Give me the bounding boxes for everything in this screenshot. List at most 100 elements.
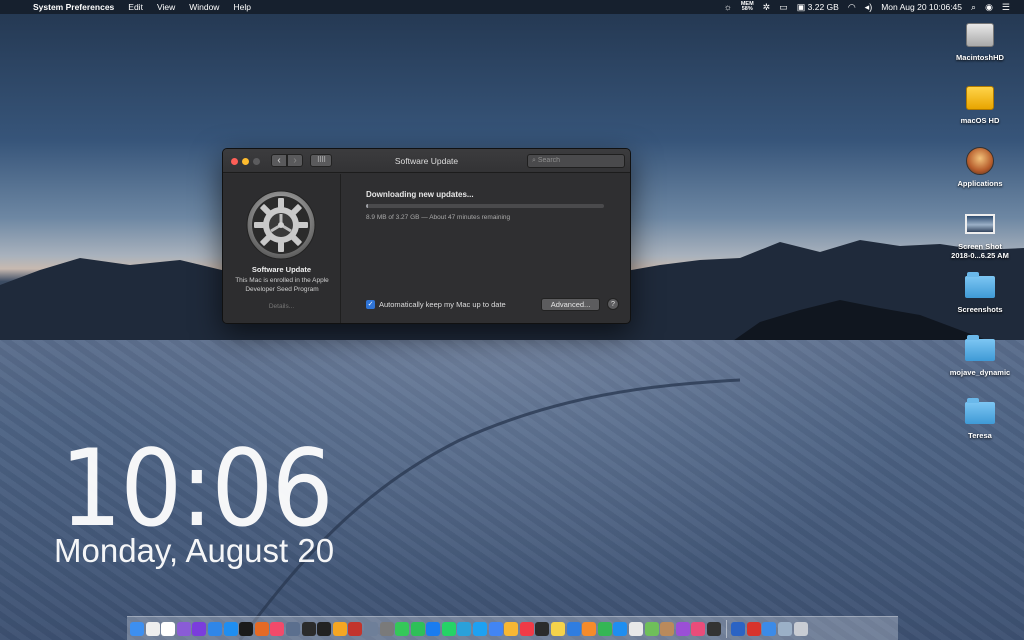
desktop-item-applications[interactable]: Applications <box>942 144 1018 207</box>
maps-icon[interactable] <box>644 621 659 636</box>
desktop-item-label: mojave_dynamic <box>949 368 1011 377</box>
textedit-icon[interactable] <box>629 621 643 636</box>
cpu-icon[interactable]: ✲ <box>763 2 771 12</box>
chrome-icon[interactable] <box>488 621 503 636</box>
search-input[interactable] <box>537 157 618 164</box>
facetime-icon[interactable] <box>410 621 425 636</box>
calendar-icon[interactable] <box>161 621 176 636</box>
finder-icon[interactable] <box>130 621 144 636</box>
home-icon[interactable] <box>504 621 519 636</box>
voice-memos-icon[interactable] <box>706 621 721 636</box>
whatsapp-icon[interactable] <box>441 621 456 636</box>
music-icon[interactable] <box>270 621 285 636</box>
dock <box>127 616 898 640</box>
app-store-icon[interactable] <box>223 621 238 636</box>
download-progress-bar <box>366 204 604 208</box>
menu-app-name[interactable]: System Preferences <box>26 2 121 12</box>
opera-icon[interactable] <box>239 621 254 636</box>
twitter-icon[interactable] <box>473 621 488 636</box>
storage-indicator[interactable]: ▣ 3.22 GB <box>797 2 839 12</box>
search-field[interactable]: ⌕ <box>527 154 625 168</box>
spotlight-icon[interactable]: ⌕ <box>971 2 976 12</box>
sidebar-panel: Software Update This Mac is enrolled in … <box>223 174 341 323</box>
memory-indicator[interactable]: MEM 58% <box>741 1 754 12</box>
menu-window[interactable]: Window <box>182 2 226 12</box>
launchpad-icon[interactable] <box>176 621 191 636</box>
terminal-icon[interactable] <box>317 621 332 636</box>
sidebar-title: Software Update <box>251 265 312 274</box>
volume-icon[interactable]: ◂) <box>865 2 873 12</box>
menu-view[interactable]: View <box>150 2 182 12</box>
notification-center-icon[interactable]: ☰ <box>1002 2 1010 12</box>
itunes-icon[interactable] <box>691 621 706 636</box>
siri-menu-icon[interactable]: ◉ <box>985 2 993 12</box>
network-graph-icon[interactable]: ▭ <box>779 2 788 12</box>
menu-edit[interactable]: Edit <box>121 2 150 12</box>
desktop-item-screenshots-folder[interactable]: Screenshots <box>942 270 1018 333</box>
dock-separator <box>725 619 727 638</box>
screenshot-stack-icon[interactable] <box>777 621 792 636</box>
stocks-icon[interactable] <box>535 621 550 636</box>
dashboard-icon[interactable] <box>301 621 316 636</box>
external-drive-icon <box>966 86 994 110</box>
folder-icon <box>965 398 995 424</box>
desktop-item-mojave-dynamic[interactable]: mojave_dynamic <box>942 333 1018 396</box>
contacts-icon[interactable] <box>660 621 675 636</box>
clock-widget: 10:06 Monday, August 20 <box>54 427 355 570</box>
desktop-item-label: MacintoshHD <box>956 53 1004 62</box>
search-icon: ⌕ <box>532 157 536 164</box>
help-button[interactable]: ? <box>607 298 619 310</box>
desktop-item-label: Screen Shot 2018-0...6.25 AM <box>951 242 1009 260</box>
trash-icon[interactable] <box>793 621 808 636</box>
siri-icon[interactable] <box>192 621 207 636</box>
storage-value: 3.22 GB <box>807 2 839 12</box>
messages-icon[interactable] <box>395 621 410 636</box>
photo-booth-icon[interactable] <box>348 621 363 636</box>
firefox-icon[interactable] <box>254 621 269 636</box>
telegram-icon[interactable] <box>457 621 472 636</box>
desktop-item-macos-hd[interactable]: macOS HD <box>942 81 1018 144</box>
menu-clock[interactable]: Mon Aug 20 10:06:45 <box>881 2 962 12</box>
mail-icon[interactable] <box>762 621 777 636</box>
folder-icon <box>965 272 995 298</box>
pages-icon[interactable] <box>582 621 597 636</box>
disk-icon: ▣ <box>796 2 806 12</box>
news-icon[interactable] <box>519 621 534 636</box>
keynote-icon[interactable] <box>566 621 581 636</box>
clock-icon[interactable] <box>145 621 160 636</box>
desktop-item-label: Applications <box>957 179 1003 188</box>
messenger-icon[interactable] <box>426 621 441 636</box>
xcode-icon[interactable] <box>613 621 628 636</box>
menu-help[interactable]: Help <box>226 2 257 12</box>
software-update-window: ‹ › ⠿⠿ Software Update ⌕ Search Software… <box>222 148 631 324</box>
update-main-panel: Downloading new updates... 8.9 MB of 3.2… <box>342 174 630 323</box>
adobe-icon[interactable] <box>746 621 761 636</box>
numbers-icon[interactable] <box>597 621 612 636</box>
desktop-item-screenshot[interactable]: Screen Shot 2018-0...6.25 AM <box>942 207 1018 270</box>
notes-icon[interactable] <box>551 621 566 636</box>
folder-icon <box>965 335 995 361</box>
desktop-item-label: Screenshots <box>957 305 1003 314</box>
desktop-item-teresa[interactable]: Teresa <box>942 396 1018 459</box>
clock-time: 10:06 <box>60 427 334 550</box>
wifi-icon[interactable]: ◠ <box>848 2 856 12</box>
rocket-icon[interactable] <box>285 621 300 636</box>
safari-icon[interactable] <box>207 621 222 636</box>
desktop-item-macintoshhd[interactable]: MacintoshHD <box>942 18 1018 81</box>
details-link[interactable]: Details... <box>223 303 340 310</box>
auto-update-checkbox[interactable]: ✓ <box>366 300 375 309</box>
downloads-icon[interactable] <box>731 621 746 636</box>
advanced-button[interactable]: Advanced... <box>541 298 600 311</box>
window-titlebar[interactable]: ‹ › ⠿⠿ Software Update ⌕ <box>223 149 630 173</box>
clock-date: Monday, August 20 <box>54 532 335 569</box>
auto-update-option[interactable]: ✓ Automatically keep my Mac up to date <box>366 300 506 309</box>
memory-value: 58% <box>741 6 753 12</box>
preview-icon[interactable] <box>363 621 378 636</box>
desktop-icons: MacintoshHD macOS HD Applications Screen… <box>942 18 1018 459</box>
podcasts-icon[interactable] <box>675 621 690 636</box>
hard-drive-icon <box>966 23 994 47</box>
desktop-item-label: macOS HD <box>960 116 1000 125</box>
system-prefs-icon[interactable] <box>379 621 394 636</box>
brightness-icon[interactable]: ☼ <box>724 2 732 12</box>
photos-icon[interactable] <box>332 621 347 636</box>
